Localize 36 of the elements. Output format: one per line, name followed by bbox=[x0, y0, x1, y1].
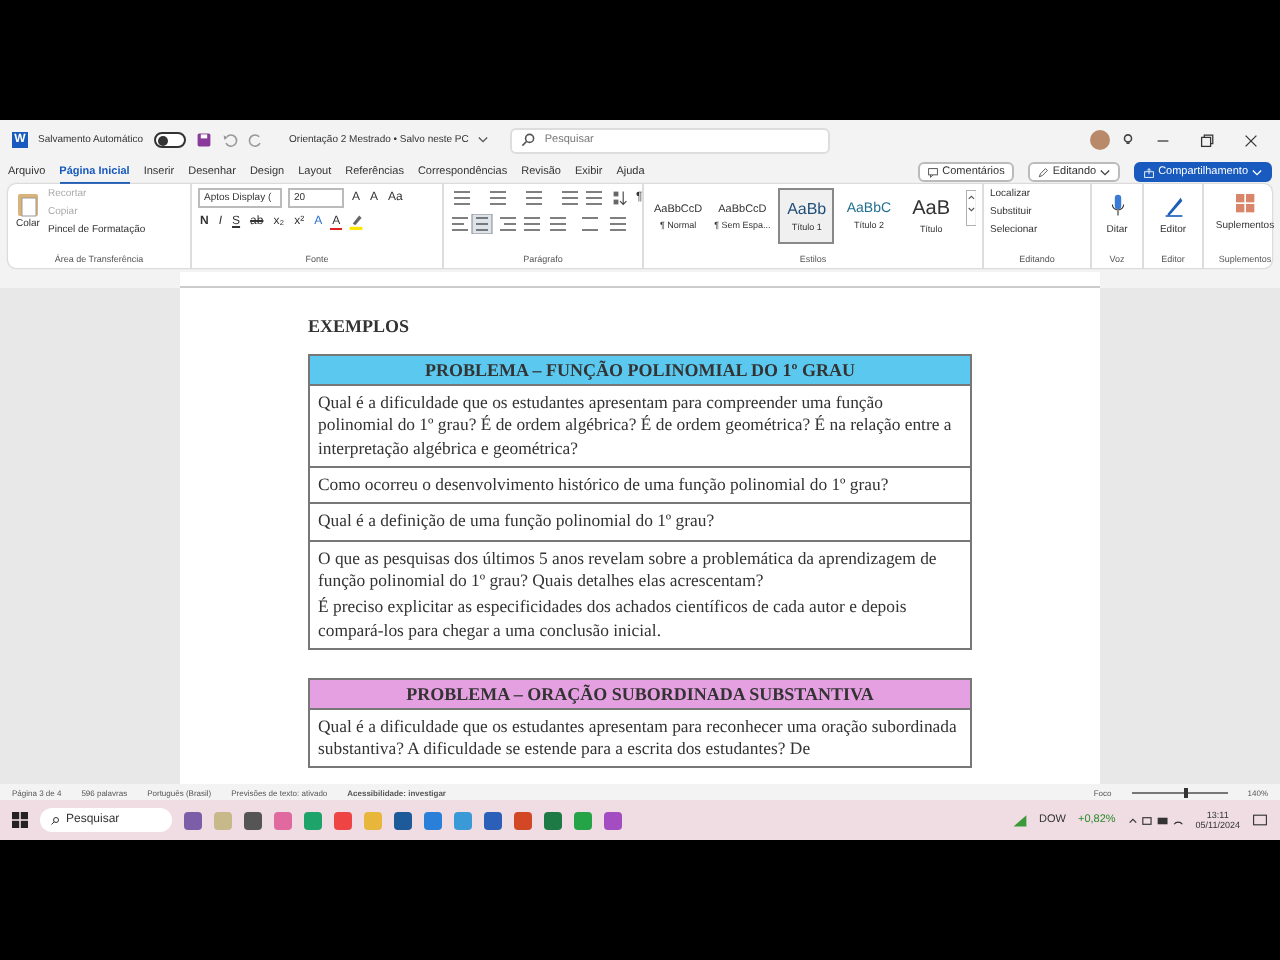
table-cell-text: Qual é a definição de uma função polinomial do 1º grau? bbox=[318, 510, 717, 534]
lightbulb-icon[interactable] bbox=[1120, 132, 1136, 148]
list-buttons-icon[interactable] bbox=[450, 188, 606, 208]
comment-icon bbox=[928, 167, 939, 177]
share-icon bbox=[1144, 167, 1155, 177]
autosave-toggle[interactable] bbox=[153, 132, 186, 148]
notification-icon[interactable] bbox=[1252, 812, 1268, 828]
microphone-icon bbox=[1109, 194, 1125, 218]
search-icon bbox=[520, 132, 537, 148]
avatar[interactable] bbox=[1090, 130, 1110, 150]
pencil-icon bbox=[1038, 167, 1049, 177]
table-cell-text: Qual é a dificuldade que os estudantes apresentam para reconhecer uma oração subordinada substantiva? A dificuldade se estende para a escrita dos estudantes? De bbox=[318, 715, 959, 761]
chevron-down-icon[interactable] bbox=[478, 136, 489, 144]
table-cell-text: Qual é a dificuldade que os estudantes apresentam para compreender uma função polinomial do 1º grau? É de ordem algébrica? É de ordem geométrica? É na relação entre a interpretação algébrica e geométrica? bbox=[318, 392, 954, 460]
table-cell-text: Como ocorreu o desenvolvimento histórico de uma função polinomial do 1º grau? bbox=[318, 473, 891, 497]
table-title: PROBLEMA – FUNÇÃO POLINOMIAL DO 1º GRAU bbox=[309, 355, 971, 385]
save-icon[interactable] bbox=[195, 132, 212, 148]
table-title: PROBLEMA – ORAÇÃO SUBORDINADA SUBSTANTIVA bbox=[309, 678, 971, 709]
table-cell-text: É preciso explicitar as especificidades dos achados científicos de cada autor e depois compará-los para chegar a uma conclusão inicial. bbox=[318, 596, 909, 642]
system-tray-icons[interactable] bbox=[1127, 813, 1184, 827]
search-icon bbox=[50, 815, 60, 825]
start-icon[interactable] bbox=[12, 812, 28, 828]
styles-scroll-icon[interactable] bbox=[965, 188, 977, 228]
pen-icon bbox=[1163, 194, 1183, 218]
document-heading: EXEMPLOS bbox=[308, 316, 412, 336]
table-cell-text: O que as pesquisas dos últimos 5 anos revelam sobre a problemática da aprendizagem de função polinomial do 1º grau? Quais detalhes elas acrescentam? bbox=[318, 547, 939, 593]
sort-icon[interactable] bbox=[612, 190, 628, 206]
chart-up-icon bbox=[1011, 812, 1028, 828]
grid-icon bbox=[1235, 194, 1255, 214]
highlighter-icon[interactable] bbox=[348, 214, 365, 230]
redo-icon[interactable] bbox=[247, 132, 264, 148]
undo-icon[interactable] bbox=[221, 132, 238, 148]
chevron-down-icon bbox=[1100, 167, 1111, 177]
restore-icon[interactable] bbox=[1198, 131, 1216, 149]
chevron-down-icon bbox=[1252, 167, 1262, 177]
close-icon[interactable] bbox=[1242, 131, 1260, 149]
